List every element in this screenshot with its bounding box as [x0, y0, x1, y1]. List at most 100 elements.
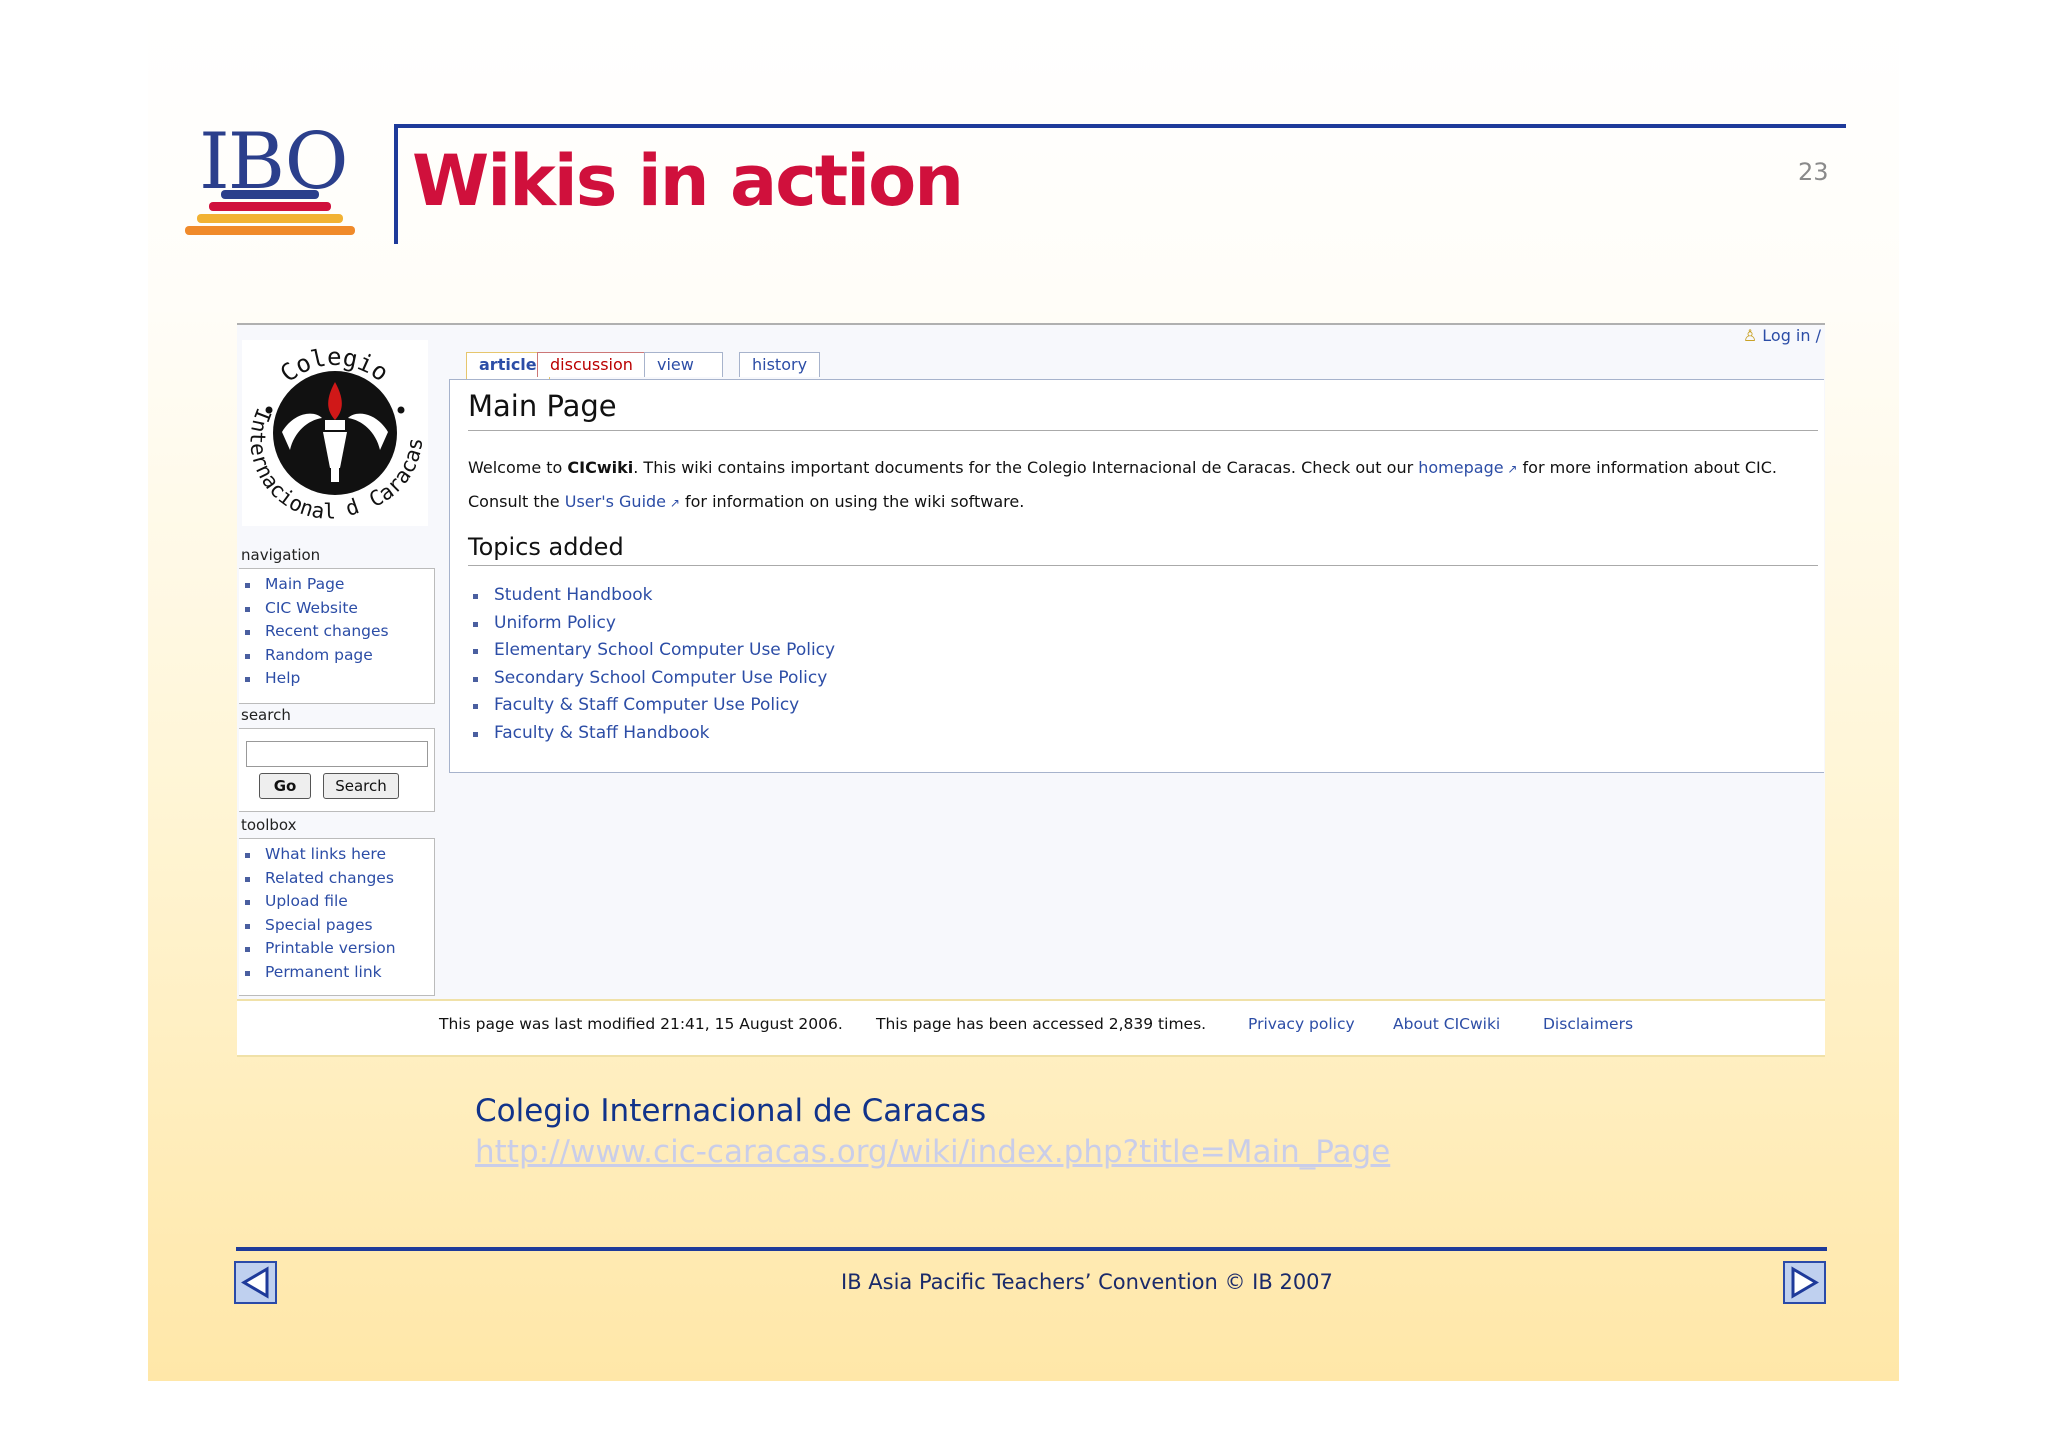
go-button[interactable]: Go — [259, 773, 311, 799]
topic-label: Secondary School Computer Use Policy — [494, 667, 828, 688]
privacy-policy-link[interactable]: Privacy policy — [1248, 1015, 1355, 1033]
bullet-icon — [473, 594, 478, 599]
topic-label: Faculty & Staff Computer Use Policy — [494, 695, 800, 715]
topic-link[interactable]: Faculty & Staff Handbook — [470, 723, 835, 751]
nav-item-cic-website[interactable]: CIC Website — [239, 597, 434, 621]
bullet-icon — [473, 676, 478, 682]
nav-item-label: Help — [265, 669, 301, 687]
tab-history[interactable]: history — [739, 352, 821, 377]
toolbox-related-changes[interactable]: Related changes — [239, 867, 434, 891]
bullet-icon — [473, 649, 478, 654]
toolbox-label: Printable version — [265, 939, 396, 957]
title-divider — [468, 430, 1818, 431]
bullet-icon — [245, 630, 250, 635]
slide-title: Wikis in action — [412, 140, 964, 222]
topic-link[interactable]: Elementary School Computer Use Policy — [470, 640, 835, 668]
bullet-icon — [245, 923, 250, 929]
caption-url-link[interactable]: http://www.cic-caracas.org/wiki/index.ph… — [475, 1134, 1390, 1170]
login-label: Log in / — [1762, 326, 1821, 345]
external-link-icon: ↗ — [666, 496, 680, 510]
bullet-icon — [473, 621, 478, 627]
consult-post: for information on using the wiki softwa… — [679, 492, 1025, 511]
tab-discussion[interactable]: discussion — [537, 352, 646, 377]
wiki-footer: This page was last modified 21:41, 15 Au… — [237, 999, 1825, 1057]
toolbox-label: Special pages — [265, 915, 373, 934]
toolbox-permanent-link[interactable]: Permanent link — [239, 961, 434, 985]
topic-link[interactable]: Uniform Policy — [470, 613, 835, 641]
prev-slide-button[interactable] — [234, 1261, 277, 1304]
nav-item-label: Random page — [265, 645, 373, 664]
search-title: search — [241, 706, 291, 724]
consult-pre: Consult the — [468, 492, 565, 511]
search-button[interactable]: Search — [323, 773, 399, 799]
nav-item-recent-changes[interactable]: Recent changes — [239, 620, 434, 644]
slide-number: 23 — [1798, 158, 1829, 186]
bullet-icon — [245, 853, 250, 858]
cic-logo-graphic: Colegio Internacional de Caracas — [236, 321, 428, 524]
toolbox-label: What links here — [265, 845, 386, 863]
user-icon: ♙ — [1742, 326, 1758, 345]
topics-divider — [468, 565, 1818, 566]
welcome-mid: . This wiki contains important documents… — [633, 458, 1419, 477]
toolbox-printable-version[interactable]: Printable version — [239, 937, 434, 961]
caption-title: Colegio Internacional de Caracas — [475, 1093, 987, 1129]
footer-divider — [236, 1247, 1827, 1251]
topic-label: Student Handbook — [494, 585, 653, 605]
arrow-left-icon — [241, 1266, 269, 1299]
about-link[interactable]: About CICwiki — [1393, 1015, 1500, 1033]
access-count-text: This page has been accessed 2,839 times. — [876, 1015, 1207, 1033]
logo-bar-blue — [221, 190, 319, 199]
topic-label: Elementary School Computer Use Policy — [494, 640, 836, 660]
toolbox-title: toolbox — [241, 816, 297, 834]
next-slide-button[interactable] — [1783, 1261, 1826, 1304]
bullet-icon — [245, 900, 250, 905]
topic-label: Uniform Policy — [494, 612, 616, 633]
bullet-icon — [245, 583, 250, 588]
tab-view-source[interactable]: view source — [644, 352, 724, 398]
homepage-link[interactable]: homepage — [1418, 458, 1503, 477]
nav-item-random-page[interactable]: Random page — [239, 644, 434, 668]
toolbox-upload-file[interactable]: Upload file — [239, 890, 434, 914]
bullet-icon — [245, 606, 250, 612]
topics-list: Student Handbook Uniform Policy Elementa… — [470, 585, 835, 750]
consult-paragraph: Consult the User's Guide ↗ for informati… — [468, 492, 1024, 511]
bullet-icon — [245, 970, 250, 976]
content-area: Main Page Welcome to CICwiki. This wiki … — [449, 379, 1824, 773]
topic-label: Faculty & Staff Handbook — [494, 722, 710, 743]
bullet-icon — [245, 876, 250, 882]
navigation-title: navigation — [241, 546, 321, 564]
toolbox-special-pages[interactable]: Special pages — [239, 914, 434, 938]
toolbox-label: Upload file — [265, 892, 348, 910]
ibo-logo: IBO — [185, 118, 355, 243]
toolbox-what-links-here[interactable]: What links here — [239, 843, 434, 867]
cic-logo: Colegio Internacional de Caracas — [236, 321, 428, 526]
toolbox-portlet: What links here Related changes Upload f… — [239, 838, 435, 996]
nav-item-help[interactable]: Help — [239, 667, 434, 691]
toolbox-label: Related changes — [265, 868, 394, 887]
bullet-icon — [245, 947, 250, 952]
navigation-portlet: Main Page CIC Website Recent changes Ran… — [239, 568, 435, 704]
topics-heading: Topics added — [468, 533, 624, 561]
nav-item-main-page[interactable]: Main Page — [239, 573, 434, 597]
nav-item-label: Recent changes — [265, 622, 389, 640]
login-link[interactable]: ♙ Log in / — [1743, 326, 1821, 345]
bullet-icon — [473, 731, 478, 737]
toolbox-label: Permanent link — [265, 962, 382, 981]
welcome-pre: Welcome to — [468, 458, 568, 477]
topic-link[interactable]: Secondary School Computer Use Policy — [470, 668, 835, 696]
topic-link[interactable]: Student Handbook — [470, 585, 835, 613]
logo-bar-orange — [185, 226, 355, 235]
wiki-screenshot: Colegio Internacional de Caracas ♙ Log i… — [236, 321, 1825, 1057]
search-portlet: Go Search — [239, 728, 435, 812]
users-guide-link[interactable]: User's Guide — [565, 492, 666, 511]
welcome-bold: CICwiki — [567, 458, 634, 477]
search-input[interactable] — [246, 741, 428, 767]
logo-bar-yellow — [197, 214, 343, 223]
arrow-right-icon — [1791, 1266, 1819, 1299]
bullet-icon — [245, 677, 250, 682]
nav-item-label: CIC Website — [265, 598, 358, 617]
bullet-icon — [473, 704, 478, 709]
disclaimers-link[interactable]: Disclaimers — [1543, 1015, 1633, 1033]
topic-link[interactable]: Faculty & Staff Computer Use Policy — [470, 695, 835, 723]
nav-item-label: Main Page — [265, 575, 345, 593]
